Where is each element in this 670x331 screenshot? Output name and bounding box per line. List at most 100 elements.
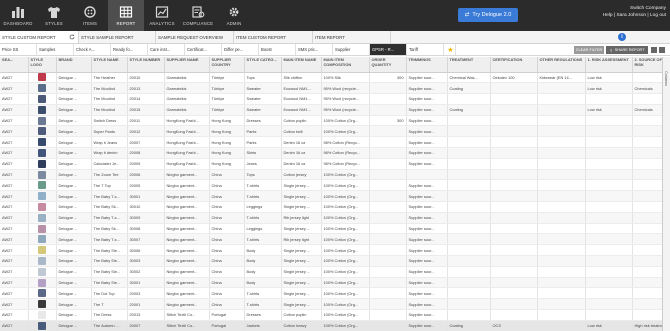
column-header[interactable]: 2. SOURCE OF RISK [632,57,662,73]
style-thumbnail[interactable] [38,289,46,298]
nav-admin[interactable]: ADMIN [216,0,252,31]
column-header[interactable]: STYLE LOGO [28,57,57,73]
style-thumbnail[interactable] [38,278,46,287]
table-row[interactable]: AW27 Delogue ... The Autumn ... 20007 Stitch… [0,320,662,331]
style-thumbnail[interactable] [38,321,46,330]
column-header[interactable]: STYLE NUMBER [127,57,165,73]
refresh-icon[interactable] [69,34,75,40]
table-row[interactable]: AW27 Delogue ... Switch Dress 20011 HongKong… [0,115,662,127]
table-row[interactable]: AW27 Delogue ... The Moulind 20014 Garmateki… [0,93,662,105]
table-row[interactable]: AW27 Delogue ... The Baby T-s... 30001 Ningb… [0,190,662,203]
column-header[interactable]: CERTIFICATION [490,57,538,73]
column-header[interactable]: SUPPLIER NAME [164,57,210,73]
table-row[interactable]: AW27 Delogue ... The T Top 20005 Ningbo garm… [0,179,662,192]
style-thumbnail[interactable] [38,138,46,147]
column-header[interactable]: MAIN ITEM COMPOSITION [321,57,370,73]
table-row[interactable]: AW27 Delogue ... The T 20001 Ningbo garment.… [0,298,662,311]
column-header[interactable]: STYLE NAME [91,57,128,73]
table-row[interactable]: AW27 Delogue ... The Heather 20010 Garmateki… [0,72,662,84]
style-thumbnail[interactable] [38,105,46,114]
table-row[interactable]: AW27 Delogue ... The Zoom Tee 20006 Ningbo g… [0,169,662,181]
column-header[interactable]: SEA... [0,57,29,73]
grid-view-icon[interactable] [651,47,657,53]
table-row[interactable]: AW27 Delogue ... Wrap it denim 20008 HongKon… [0,147,662,159]
view-tab[interactable]: Differ pe... [222,44,259,55]
nav-dashboard[interactable]: DASHBOARD [0,0,36,31]
view-tab[interactable]: Tariff [407,44,444,55]
tab-item-custom-report[interactable]: ITEM CUSTOM REPORT [234,31,313,43]
columns-side-panel[interactable]: Columns [662,57,670,331]
style-thumbnail[interactable] [38,202,46,211]
style-thumbnail[interactable] [38,213,46,222]
share-report-button[interactable]: ⇪ SHARE REPORT [606,46,648,54]
style-thumbnail[interactable] [38,256,46,265]
style-thumbnail[interactable] [38,235,46,244]
user-links[interactable]: Help | Sara Johnson | Log out [603,13,666,20]
view-tab[interactable]: Boost [259,44,296,55]
view-tab[interactable]: Price SS [0,44,37,55]
tab-item-report[interactable]: ITEM REPORT [313,31,391,43]
style-thumbnail[interactable] [38,181,46,190]
column-header[interactable]: MAIN ITEM NAME [281,57,322,73]
list-view-icon[interactable] [659,47,665,53]
clear-filter-button[interactable]: CLEAR FILTER [574,46,604,54]
style-thumbnail[interactable] [38,94,46,103]
style-thumbnail[interactable] [38,246,46,255]
view-tab[interactable]: SMS pric... [296,44,333,55]
nav-report[interactable]: REPORT [108,0,144,31]
table-row[interactable]: AW27 Delogue ... The Baby Sle... 30002 Ningb… [0,266,662,278]
style-thumbnail[interactable] [38,148,46,157]
view-tab[interactable]: Certificat... [185,44,222,55]
style-thumbnail[interactable] [38,267,46,276]
view-tab[interactable]: Care inst... [148,44,185,55]
style-thumbnail[interactable] [38,116,46,125]
nav-styles[interactable]: STYLES [36,0,72,31]
column-header[interactable]: 1. RISK ASSESSMENT [585,57,633,73]
tab-style-custom-report[interactable]: STYLE CUSTOM REPORT [0,31,79,43]
column-header[interactable]: BRAND [56,57,92,73]
column-header[interactable]: TREATMENT [447,57,491,73]
table-row[interactable]: AW27 Delogue ... The Moulind 20013 Garmateki… [0,82,662,95]
table-row[interactable]: AW27 Delogue ... The Dress 20013 Stitch Text… [0,309,662,321]
table-row[interactable]: AW27 Delogue ... Wrap it Jeans 20007 HongKon… [0,136,662,149]
column-header[interactable]: TRIMMINGS [406,57,448,73]
style-thumbnail[interactable] [38,127,46,136]
nav-analytics[interactable]: ANALYTICS [144,0,180,31]
style-thumbnail[interactable] [38,84,46,93]
table-row[interactable]: AW27 Delogue ... The Baby Sle... 30001 Ningb… [0,277,662,289]
table-row[interactable]: AW27 Delogue ... The Moulind 20015 Garmateki… [0,104,662,116]
nav-items[interactable]: ITEMS [72,0,108,31]
style-thumbnail[interactable] [38,73,46,82]
table-row[interactable]: AW27 Delogue ... The Baby Sle... 30003 Ningb… [0,255,662,267]
table-row[interactable]: AW27 Delogue ... Super Pants 20012 HongKong … [0,125,662,138]
view-tab[interactable]: Samples [37,44,74,55]
table-row[interactable]: AW27 Delogue ... The Dot Top 20003 Ningbo ga… [0,287,662,300]
view-tab-active[interactable]: GPSR - R... [370,44,407,55]
column-header[interactable]: STYLE CATEG... [244,57,282,73]
table-row[interactable]: AW27 Delogue ... The Baby Sle... 30006 Ningb… [0,244,662,257]
column-header[interactable]: ORDER QUANTITY [369,57,407,73]
table-row[interactable]: AW27 Delogue ... Calculater Je... 20009 Hong… [0,158,662,170]
style-thumbnail[interactable] [38,170,46,179]
style-thumbnail[interactable] [38,192,46,201]
table-row[interactable]: AW27 Delogue ... The Baby T-s... 30009 Ningb… [0,212,662,224]
view-tab[interactable]: Supplier [333,44,370,55]
view-tab[interactable]: Check A... [74,44,111,55]
tab-style-sample-report[interactable]: STYLE SAMPLE REPORT [79,31,156,43]
nav-compliance[interactable]: COMPLIANCE [180,0,216,31]
info-icon[interactable]: i [618,33,626,41]
style-thumbnail[interactable] [38,159,46,168]
tab-sample-request-overview[interactable]: SAMPLE REQUEST OVERVIEW [156,31,234,43]
style-thumbnail[interactable] [38,224,46,233]
style-thumbnail[interactable] [38,310,46,319]
try-delogue-button[interactable]: ⇄ Try Delogue 2.0 [458,8,518,22]
view-tab[interactable]: Ready fo... [111,44,148,55]
table-row[interactable]: AW27 Delogue ... The Baby Sk... 30008 Ningbo… [0,223,662,235]
cell-number: 30001 [127,190,165,203]
column-header[interactable]: SUPPLIER COUNTRY [209,57,245,73]
table-row[interactable]: AW27 Delogue ... The Baby T-s... 30007 Ningb… [0,233,662,246]
style-thumbnail[interactable] [38,300,46,309]
column-header[interactable]: OTHER REGULATIONS [537,57,586,73]
favorite-star-icon[interactable]: ★ [444,44,456,55]
table-row[interactable]: AW27 Delogue ... The Baby Sk... 30010 Ningbo… [0,201,662,213]
